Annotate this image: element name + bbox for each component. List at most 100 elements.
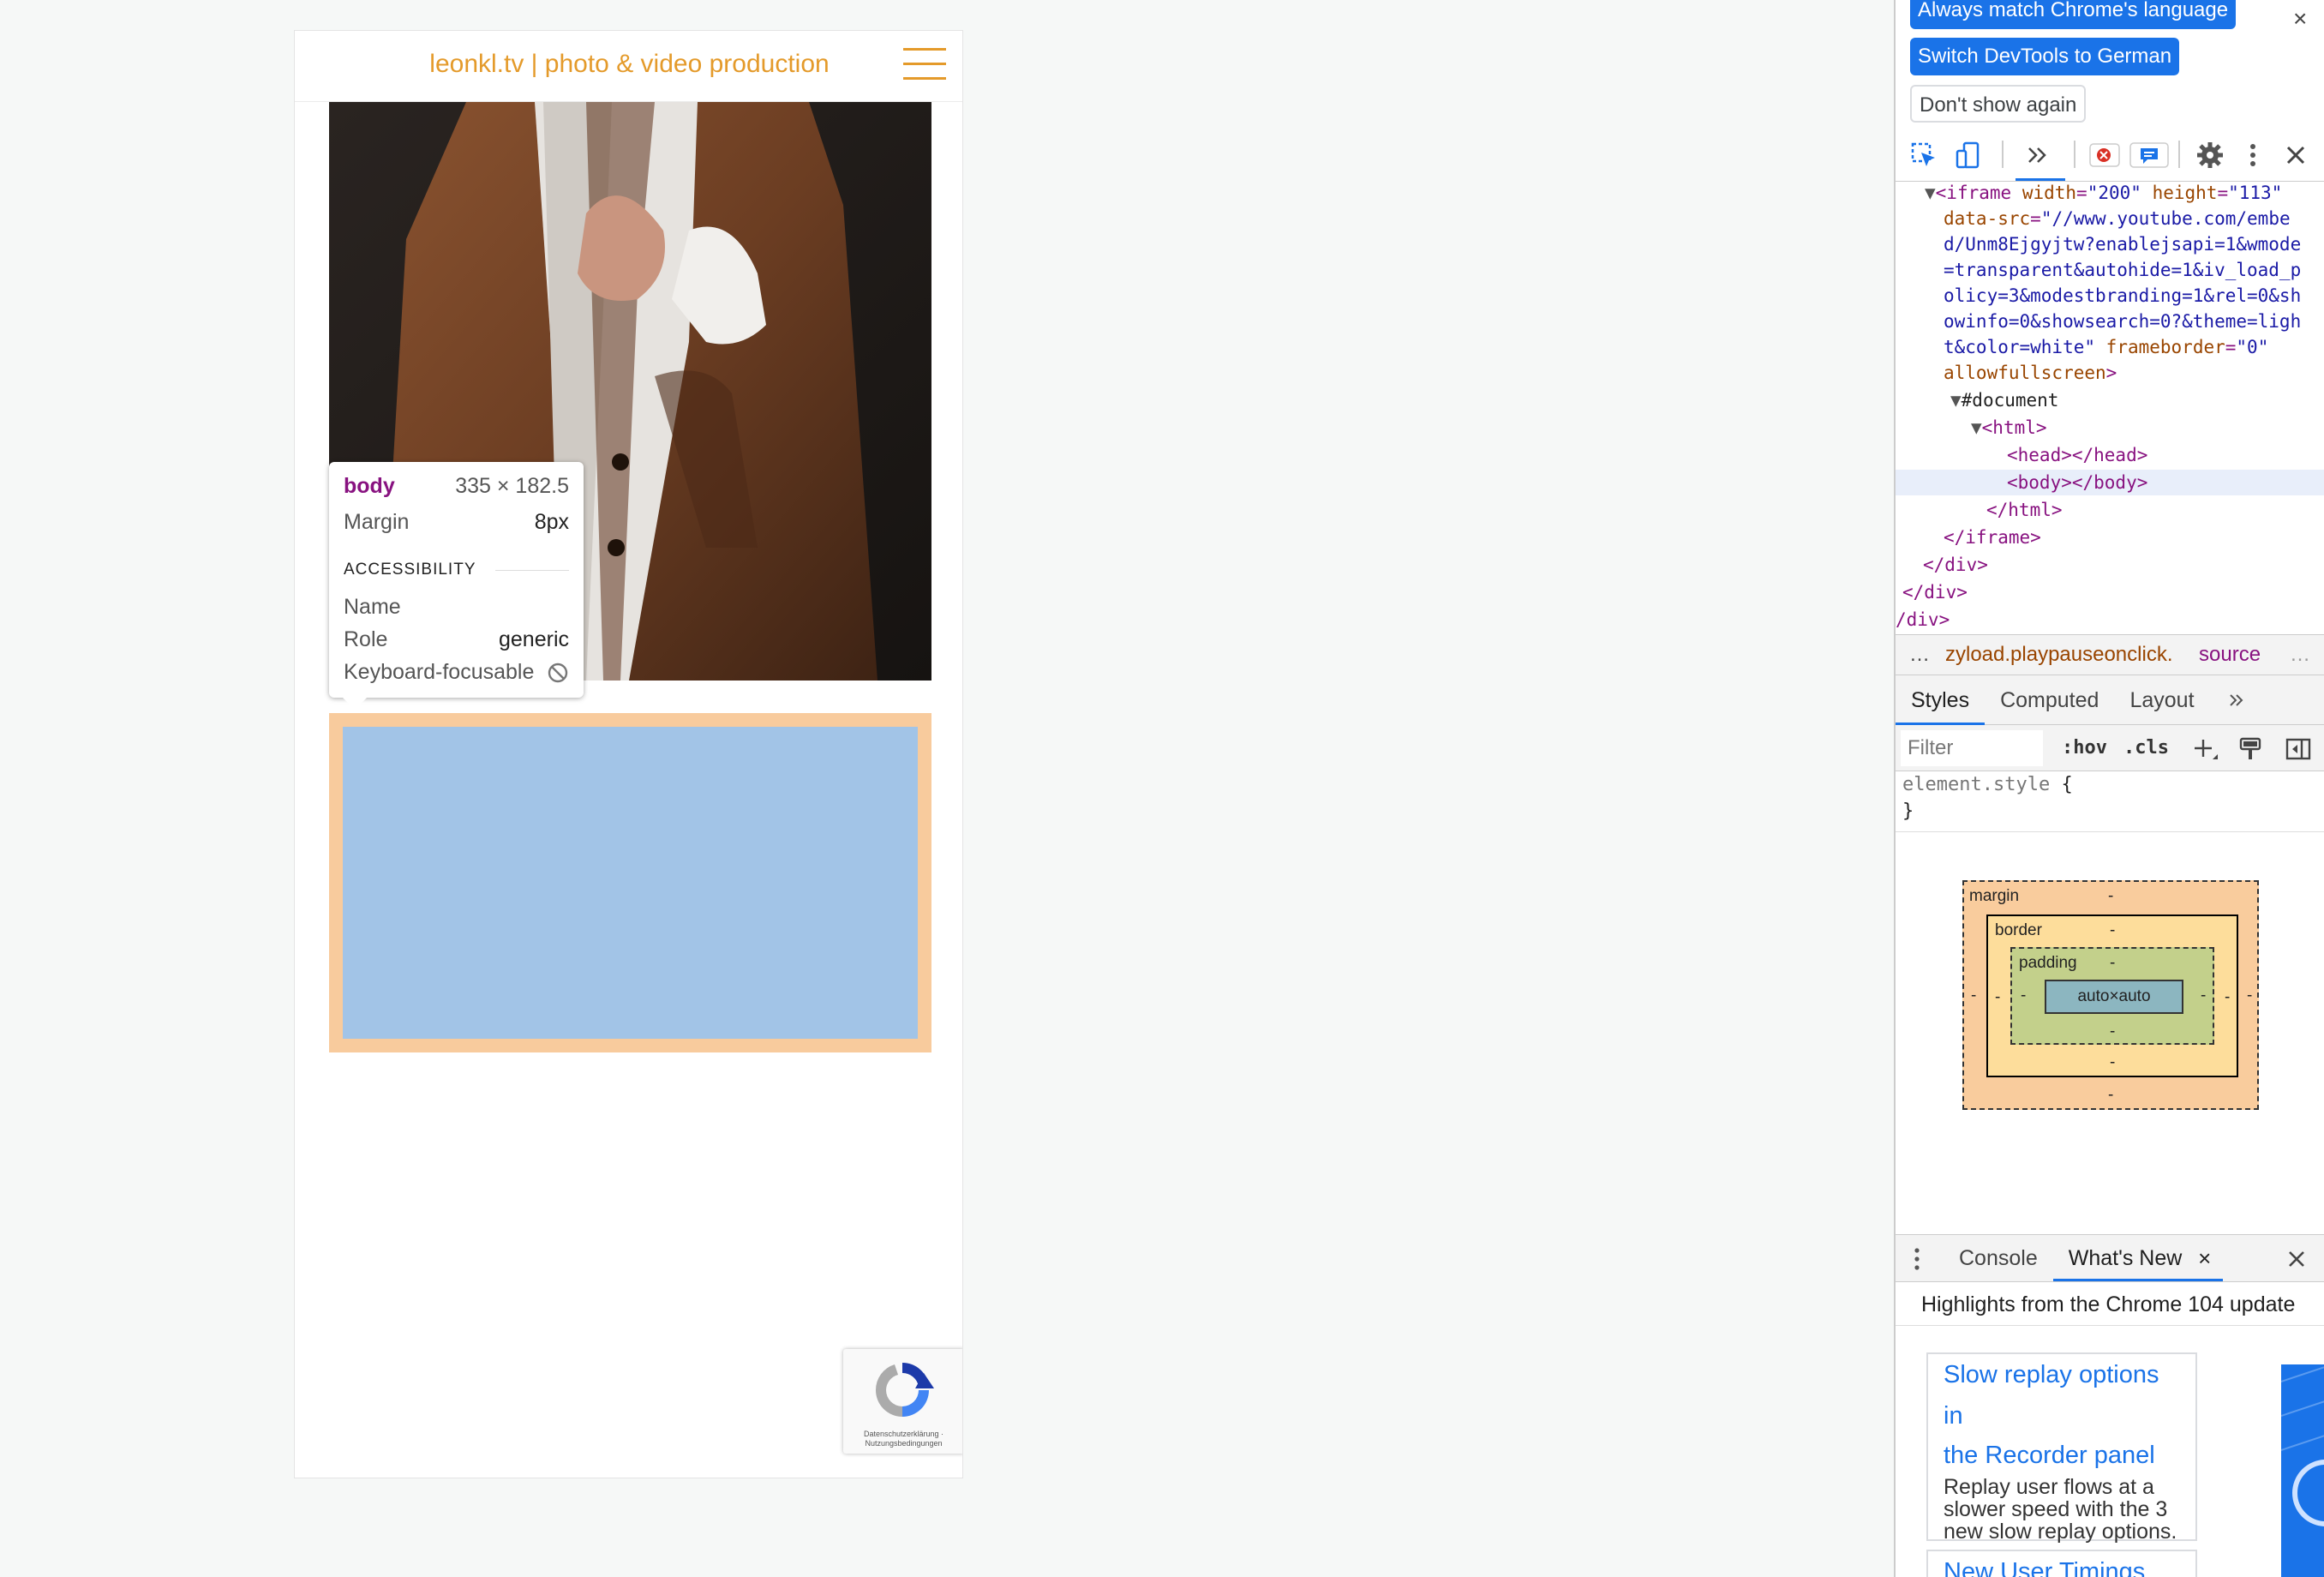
- padding-top-value[interactable]: -: [2110, 954, 2115, 973]
- tooltip-role-value: generic: [499, 627, 569, 651]
- settings-gear-icon[interactable]: [2194, 139, 2226, 171]
- toggle-sidebar-icon[interactable]: [2285, 735, 2312, 763]
- box-model-margin[interactable]: margin - - - - border - - - - padding - …: [1962, 880, 2259, 1110]
- head-node[interactable]: <head></head>: [2007, 442, 2324, 468]
- whats-new-card[interactable]: New User Timings: [1926, 1550, 2197, 1577]
- more-tabs-icon[interactable]: [2021, 139, 2053, 171]
- site-header: leonkl.tv | photo & video production: [295, 31, 962, 102]
- tab-layout[interactable]: Layout: [2114, 675, 2209, 725]
- iframe-node[interactable]: ▼<iframe width="200" height="113": [1925, 182, 2324, 206]
- margin-left-value[interactable]: -: [1971, 986, 1976, 1005]
- elements-tree: ▼<iframe width="200" height="113" data-s…: [1896, 182, 2324, 634]
- more-panels-icon[interactable]: [2225, 689, 2247, 711]
- element-style-rule[interactable]: element.style { }: [1902, 771, 2073, 824]
- whats-new-thumbnail[interactable]: [2281, 1364, 2324, 1577]
- box-model-padding[interactable]: padding - - - - auto×auto: [2010, 947, 2214, 1045]
- device-viewport: leonkl.tv | photo & video production bod…: [294, 30, 963, 1478]
- close-drawer-icon[interactable]: [2285, 1247, 2309, 1271]
- rule-open-brace: {: [2061, 774, 2073, 795]
- iframe-attr-line[interactable]: d/Unm8Ejgyjtw?enablejsapi=1&wmode: [1944, 231, 2324, 257]
- padding-bottom-value[interactable]: -: [2110, 1022, 2115, 1041]
- element-breadcrumb: … zyload.playpauseonclick. source …: [1896, 634, 2324, 675]
- padding-label: padding: [2019, 954, 2077, 972]
- match-language-button[interactable]: Always match Chrome's language: [1910, 0, 2237, 29]
- box-model-border[interactable]: border - - - - padding - - - - auto×auto: [1986, 914, 2238, 1077]
- recaptcha-badge[interactable]: Datenschutzerklärung · Nutzungsbedingung…: [843, 1349, 962, 1454]
- site-title[interactable]: leonkl.tv | photo & video production: [295, 50, 962, 79]
- breadcrumb-current[interactable]: zyload.playpauseonclick.: [1945, 635, 2173, 675]
- tooltip-tag: body: [344, 474, 395, 498]
- kebab-menu-icon[interactable]: [2237, 139, 2269, 171]
- devtools-toolbar: [1896, 129, 2324, 182]
- card-title[interactable]: New User Timings: [1944, 1551, 2180, 1577]
- margin-top-value[interactable]: -: [2108, 887, 2113, 906]
- paint-brush-icon[interactable]: [2237, 735, 2264, 763]
- drawer-tab-bar: Console What's New ×: [1896, 1234, 2324, 1282]
- tooltip-margin-value: 8px: [534, 510, 569, 534]
- breadcrumb-source[interactable]: source: [2199, 635, 2261, 675]
- tooltip-name-label: Name: [344, 595, 401, 619]
- card-title-line2[interactable]: the Recorder panel: [1944, 1435, 2180, 1476]
- border-top-value[interactable]: -: [2110, 921, 2115, 940]
- box-model-content[interactable]: auto×auto: [2045, 980, 2183, 1014]
- inspect-element-icon[interactable]: [1908, 139, 1940, 171]
- body-node-selected[interactable]: <body></body>: [1896, 470, 2324, 495]
- border-right-value[interactable]: -: [2225, 988, 2230, 1007]
- recaptcha-icon: [875, 1362, 934, 1417]
- close-devtools-icon[interactable]: [2279, 139, 2312, 171]
- dont-show-again-button[interactable]: Don't show again: [1910, 85, 2087, 123]
- styles-filter-input[interactable]: Filter: [1901, 730, 2043, 766]
- tab-computed[interactable]: Computed: [1985, 675, 2114, 725]
- iframe-attr-line[interactable]: allowfullscreen>: [1944, 360, 2324, 386]
- div-close-node[interactable]: </div>: [1923, 552, 2324, 578]
- devtools-panel: Always match Chrome's language Switch De…: [1894, 0, 2324, 1577]
- tab-console[interactable]: Console: [1944, 1235, 2053, 1281]
- rule-divider: [1896, 831, 2324, 832]
- padding-left-value[interactable]: -: [2021, 986, 2026, 1005]
- border-bottom-value[interactable]: -: [2110, 1053, 2115, 1072]
- whats-new-heading: Highlights from the Chrome 104 update: [1921, 1292, 2296, 1316]
- html-close-node[interactable]: </html>: [1986, 497, 2324, 523]
- tooltip-section-label: ACCESSIBILITY: [344, 561, 476, 579]
- card-title-line1[interactable]: Slow replay options in: [1944, 1354, 2180, 1436]
- close-tab-icon[interactable]: ×: [2198, 1235, 2211, 1281]
- padding-right-value[interactable]: -: [2201, 986, 2206, 1005]
- whats-new-card[interactable]: Slow replay options in the Recorder pane…: [1926, 1352, 2197, 1544]
- hov-toggle[interactable]: :hov: [2062, 732, 2107, 765]
- issues-icon[interactable]: [2129, 139, 2170, 171]
- breadcrumb-more[interactable]: …: [1909, 635, 1930, 675]
- menu-icon[interactable]: [903, 48, 946, 81]
- iframe-attr-line[interactable]: olicy=3&modestbranding=1&rel=0&sh: [1944, 283, 2324, 309]
- rule-close-brace: }: [1902, 800, 1914, 822]
- tooltip-accessibility-heading: ACCESSIBILITY: [344, 561, 569, 579]
- box-model-diagram: margin - - - - border - - - - padding - …: [1962, 880, 2259, 1110]
- margin-bottom-value[interactable]: -: [2108, 1086, 2113, 1105]
- card-description: Replay user flows at a slower speed with…: [1944, 1475, 2177, 1544]
- recaptcha-links[interactable]: Datenschutzerklärung · Nutzungsbedingung…: [845, 1430, 962, 1448]
- iframe-close-node[interactable]: </iframe>: [1944, 525, 2324, 550]
- iframe-attr-line[interactable]: t&color=white" frameborder="0": [1944, 334, 2324, 360]
- new-style-rule-icon[interactable]: [2190, 735, 2219, 765]
- tab-styles[interactable]: Styles: [1896, 675, 1986, 725]
- margin-right-value[interactable]: -: [2247, 986, 2252, 1005]
- iframe-attr-line[interactable]: =transparent&autohide=1&iv_load_p: [1944, 257, 2324, 283]
- drawer-menu-icon[interactable]: [1911, 1247, 1923, 1271]
- breadcrumb-trailing[interactable]: …: [2290, 635, 2310, 675]
- cls-toggle[interactable]: .cls: [2123, 732, 2169, 765]
- iframe-attr-line[interactable]: data-src="//www.youtube.com/embe: [1944, 206, 2324, 231]
- html-node[interactable]: ▼<html>: [1971, 415, 2324, 441]
- banner-close-icon[interactable]: ×: [2293, 5, 2307, 33]
- highlighted-body-content: [343, 727, 918, 1039]
- iframe-attr-line[interactable]: owinfo=0&showsearch=0?&theme=ligh: [1944, 309, 2324, 334]
- tab-whats-new[interactable]: What's New ×: [2052, 1235, 2224, 1281]
- border-left-value[interactable]: -: [1995, 988, 2000, 1007]
- div-close-node[interactable]: </div>: [1902, 579, 2324, 605]
- document-node[interactable]: ▼#document: [1950, 387, 2324, 413]
- margin-label: margin: [1969, 887, 2020, 905]
- switch-german-button[interactable]: Switch DevTools to German: [1910, 38, 2180, 75]
- div-close-node[interactable]: /div>: [1896, 607, 2324, 633]
- tooltip-role-label: Role: [344, 627, 388, 651]
- styles-filter-bar: Filter :hov .cls: [1896, 725, 2324, 771]
- device-toolbar-icon[interactable]: [1952, 139, 1985, 171]
- errors-icon[interactable]: [2087, 139, 2120, 171]
